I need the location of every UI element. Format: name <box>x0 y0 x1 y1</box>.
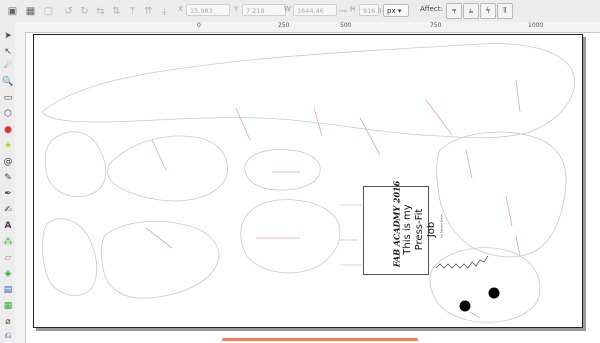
slot-line <box>425 99 453 136</box>
left-piece-1 <box>44 131 107 198</box>
slot-line <box>515 79 521 113</box>
teeth-zigzag <box>435 255 489 269</box>
slot-line <box>145 227 173 249</box>
middle-piece-1 <box>107 135 228 202</box>
drawing-layer <box>41 43 575 323</box>
eye-left <box>459 300 471 312</box>
author-small-text: by Sonika Lenin <box>439 214 444 238</box>
eye-right <box>488 287 500 299</box>
body-piece-top <box>41 43 575 139</box>
oval-piece-2 <box>240 199 341 274</box>
middle-piece-2 <box>100 220 220 299</box>
left-piece-2 <box>42 218 98 296</box>
right-piece-1 <box>436 131 567 258</box>
slot-line <box>505 195 513 227</box>
press-fit-label: FAB ACADMY 2016 This is my Press-Fit Job… <box>363 181 444 275</box>
slot-line <box>151 139 167 171</box>
slot-line <box>359 117 381 156</box>
slot-line <box>469 311 481 319</box>
face-piece <box>429 247 541 323</box>
label-connector <box>340 204 362 266</box>
slot-line <box>313 107 323 137</box>
horizontal-scrollbar[interactable] <box>222 338 418 341</box>
slot-line <box>235 107 251 141</box>
oval-piece <box>244 149 321 191</box>
slot-line <box>515 235 521 257</box>
slot-line <box>465 149 473 179</box>
